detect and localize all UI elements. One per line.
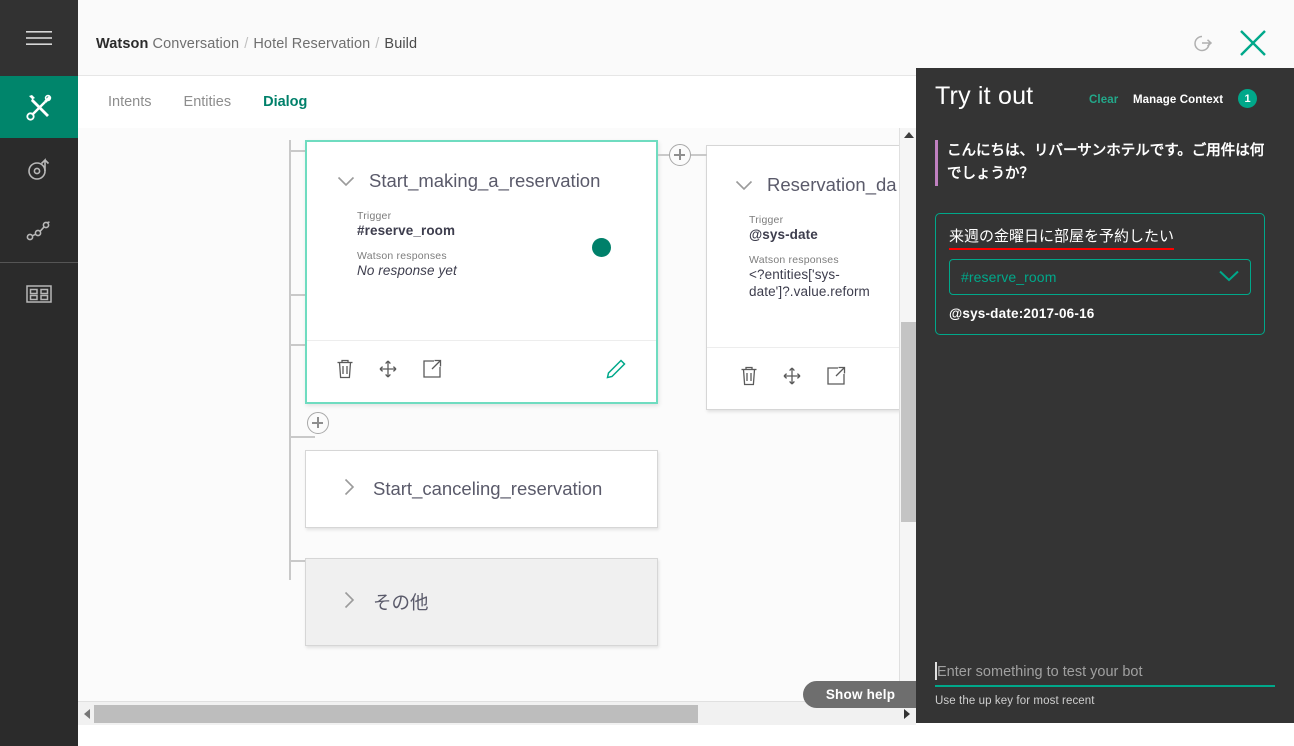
node-body: Trigger #reserve_room Watson responses N… — [307, 192, 656, 278]
panel-title: Try it out — [935, 82, 1034, 110]
node-actions — [307, 340, 656, 402]
try-it-out-panel: Try it out Clear Manage Context 1 こんにちは、… — [916, 68, 1294, 723]
context-count-badge: 1 — [1238, 89, 1257, 108]
app-header: Watson Conversation / Hotel Reservation / Bu… — [78, 0, 1294, 76]
hamburger-menu-button[interactable] — [0, 0, 78, 76]
dialog-node-anything-else[interactable]: その他 — [305, 558, 658, 646]
status-dot — [592, 238, 611, 257]
hamburger-icon — [25, 28, 53, 48]
node-actions — [707, 347, 916, 409]
show-help-button[interactable]: Show help — [803, 681, 918, 708]
bot-message: こんにちは、リバーサンホテルです。ご用件は何でしょうか？ — [935, 140, 1275, 187]
node-title: Start_canceling_reservation — [373, 478, 603, 499]
rail-item-improve[interactable] — [0, 200, 78, 262]
input-hint: Use the up key for most recent — [935, 695, 1095, 707]
responses-label: Watson responses — [749, 254, 839, 266]
left-nav-rail — [0, 0, 78, 746]
tree-branch-line — [289, 436, 315, 438]
rail-item-workspaces[interactable] — [0, 263, 78, 325]
trigger-label: Trigger — [749, 214, 784, 226]
trash-icon[interactable] — [335, 358, 355, 385]
try-it-out-header: Try it out Clear Manage Context 1 — [916, 68, 1294, 130]
dialog-canvas: Start_making_a_reservation Trigger #rese… — [78, 128, 916, 701]
close-icon[interactable] — [1236, 26, 1270, 65]
scroll-up-arrow-icon[interactable] — [903, 132, 914, 138]
scroll-left-arrow-icon[interactable] — [84, 709, 90, 719]
add-node-button-below[interactable] — [307, 412, 329, 434]
add-node-button-right[interactable] — [669, 144, 691, 166]
responses-value: <?entities['sys-date']?.value.reform — [749, 267, 870, 299]
rail-item-build[interactable] — [0, 76, 78, 138]
try-it-out-footer: Use the up key for most recent — [916, 653, 1294, 723]
tab-intents[interactable]: Intents — [106, 94, 154, 110]
trash-icon[interactable] — [739, 365, 759, 392]
chevron-right-icon[interactable] — [344, 591, 355, 614]
user-message-text: 来週の金曜日に部屋を予約したい — [949, 228, 1175, 245]
grid-icon — [25, 283, 53, 305]
horizontal-scroll-thumb[interactable] — [94, 705, 698, 723]
entity-value: @sys-date:2017-06-16 — [949, 306, 1095, 321]
canvas-vertical-scrollbar[interactable] — [899, 128, 916, 701]
node-title-row[interactable]: Start_canceling_reservation — [306, 451, 657, 527]
tab-entities[interactable]: Entities — [182, 94, 234, 110]
dialog-node-start-canceling-reservation[interactable]: Start_canceling_reservation — [305, 450, 658, 528]
edit-pencil-icon[interactable] — [604, 357, 628, 386]
watson-conversation-app: Watson Conversation / Hotel Reservation / Bu… — [0, 0, 1294, 746]
red-underline-annotation — [949, 247, 1175, 250]
node-body: Trigger @sys-date Watson responses <?ent… — [707, 196, 916, 301]
trigger-value: #reserve_room — [357, 223, 456, 238]
build-tabs: Intents Entities Dialog — [78, 76, 916, 128]
dialog-node-reservation-date[interactable]: Reservation_da Trigger @sys-date Watson … — [706, 145, 916, 410]
breadcrumb-separator-2: / — [375, 36, 380, 52]
jump-to-icon[interactable] — [421, 358, 443, 385]
user-message-text-wrap: 来週の金曜日に部屋を予約したい — [949, 225, 1175, 250]
trigger-label: Trigger — [357, 210, 392, 222]
node-title-row[interactable]: Reservation_da — [707, 146, 916, 196]
breadcrumb-separator-1: / — [244, 36, 249, 52]
try-it-out-input[interactable] — [935, 661, 1275, 687]
chevron-down-icon[interactable] — [735, 174, 753, 196]
breadcrumb-product-rest[interactable]: Conversation — [148, 36, 240, 52]
jump-to-icon[interactable] — [825, 365, 847, 392]
move-icon[interactable] — [377, 358, 399, 385]
responses-value: No response yet — [357, 263, 457, 278]
analytics-icon — [25, 217, 53, 245]
intent-label: #reserve_room — [961, 269, 1057, 285]
user-message-bubble: 来週の金曜日に部屋を予約したい #reserve_room @sys-date:… — [935, 213, 1265, 335]
node-title: Reservation_da — [767, 174, 897, 195]
node-title: Start_making_a_reservation — [369, 170, 601, 191]
node-title-row[interactable]: Start_making_a_reservation — [307, 142, 656, 192]
scroll-right-arrow-icon[interactable] — [904, 709, 910, 719]
plus-connector-line — [691, 154, 707, 156]
tab-dialog[interactable]: Dialog — [261, 94, 309, 110]
deploy-icon — [25, 155, 53, 183]
tools-icon — [24, 92, 54, 122]
dialog-node-start-making-a-reservation[interactable]: Start_making_a_reservation Trigger #rese… — [305, 140, 658, 404]
breadcrumb-section[interactable]: Build — [384, 36, 417, 52]
node-title: その他 — [373, 592, 429, 613]
node-title-row[interactable]: その他 — [306, 559, 657, 645]
chevron-down-icon[interactable] — [337, 170, 355, 192]
move-icon[interactable] — [781, 365, 803, 392]
chevron-down-icon[interactable] — [1218, 269, 1240, 288]
trigger-value: @sys-date — [749, 227, 818, 242]
rail-item-deploy[interactable] — [0, 138, 78, 200]
breadcrumb-product-bold[interactable]: Watson — [96, 36, 148, 52]
canvas-horizontal-scrollbar[interactable] — [78, 701, 916, 725]
breadcrumb: Watson Conversation / Hotel Reservation / Bu… — [96, 36, 417, 52]
clear-button[interactable]: Clear — [1089, 94, 1118, 106]
chevron-right-icon[interactable] — [344, 478, 355, 501]
breadcrumb-workspace[interactable]: Hotel Reservation — [253, 36, 370, 52]
manage-context-button[interactable]: Manage Context — [1133, 94, 1223, 106]
responses-label: Watson responses — [357, 250, 447, 262]
tree-trunk-line — [289, 140, 291, 580]
exit-icon[interactable] — [1190, 33, 1213, 58]
header-actions — [1190, 26, 1270, 65]
vertical-scroll-thumb[interactable] — [901, 322, 916, 522]
intent-dropdown[interactable]: #reserve_room — [949, 259, 1251, 295]
